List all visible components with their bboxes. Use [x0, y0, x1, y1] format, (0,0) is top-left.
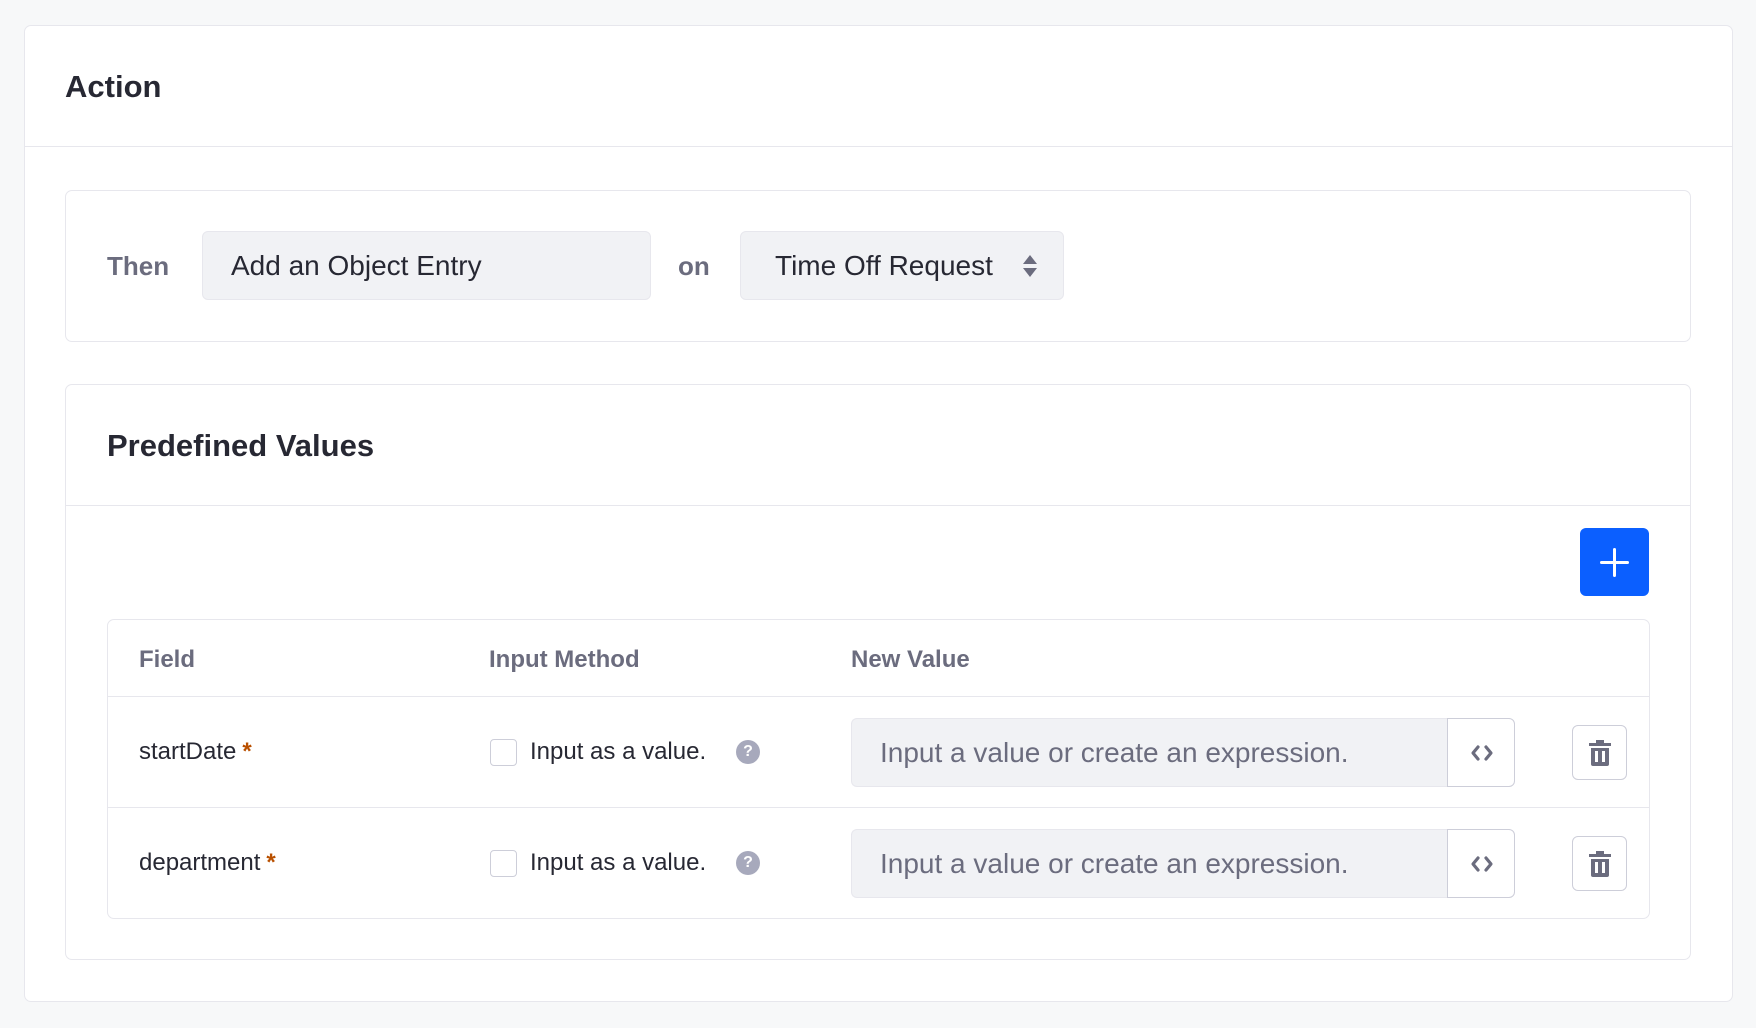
- card-divider: [65, 505, 1691, 506]
- predefined-values-title: Predefined Values: [107, 428, 375, 463]
- object-select[interactable]: Time Off Request: [740, 231, 1064, 300]
- input-as-value-label: Input as a value.: [530, 849, 707, 876]
- add-value-button[interactable]: [1580, 528, 1649, 596]
- expression-builder-button[interactable]: [1447, 718, 1515, 787]
- input-as-value-checkbox[interactable]: [490, 739, 517, 766]
- help-icon[interactable]: ?: [736, 851, 760, 875]
- new-value-input[interactable]: Input a value or create an expression.: [851, 718, 1448, 787]
- delete-row-button[interactable]: [1572, 725, 1627, 780]
- code-icon: [1471, 856, 1493, 872]
- action-type-field[interactable]: Add an Object Entry: [202, 231, 651, 300]
- expression-builder-button[interactable]: [1447, 829, 1515, 898]
- section-title: Action: [65, 69, 162, 104]
- caret-double-icon: [1023, 255, 1037, 277]
- code-icon: [1471, 745, 1493, 761]
- row-divider: [108, 696, 1649, 697]
- then-label: Then: [107, 251, 170, 281]
- header-divider: [24, 146, 1733, 147]
- column-header-new-value: New Value: [851, 646, 970, 673]
- required-mark: *: [266, 849, 276, 876]
- object-select-value: Time Off Request: [775, 250, 993, 281]
- input-as-value-label: Input as a value.: [530, 738, 707, 765]
- field-name: startDate: [139, 738, 237, 765]
- on-label: on: [678, 251, 710, 281]
- table-row-field: department *: [139, 846, 276, 880]
- plus-icon: [1600, 548, 1629, 577]
- required-mark: *: [242, 738, 252, 765]
- column-header-field: Field: [139, 646, 196, 673]
- input-as-value-checkbox[interactable]: [490, 850, 517, 877]
- trash-icon: [1589, 851, 1611, 877]
- field-name: department: [139, 849, 261, 876]
- table-row-field: startDate *: [139, 735, 252, 769]
- column-header-input-method: Input Method: [489, 646, 640, 673]
- trash-icon: [1589, 740, 1611, 766]
- help-icon[interactable]: ?: [736, 740, 760, 764]
- row-divider: [108, 807, 1649, 808]
- new-value-input[interactable]: Input a value or create an expression.: [851, 829, 1448, 898]
- delete-row-button[interactable]: [1572, 836, 1627, 891]
